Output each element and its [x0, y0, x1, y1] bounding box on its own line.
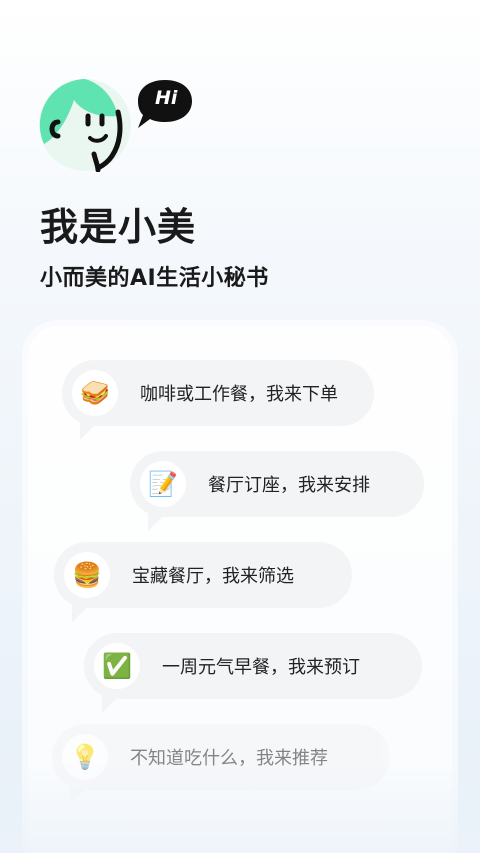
page-title: 我是小美 — [40, 205, 197, 249]
burger-icon: 🍔 — [64, 552, 110, 598]
memo-icon: 📝 — [140, 461, 186, 507]
light-bulb-icon: 💡 — [62, 734, 108, 780]
greeting-text: Hi — [155, 87, 178, 109]
feature-item-text: 餐厅订座，我来安排 — [208, 475, 370, 496]
feature-item-text: 一周元气早餐，我来预订 — [162, 657, 360, 678]
mascot-face-icon — [39, 79, 131, 172]
feature-item-restaurant-booking: 📝 餐厅订座，我来安排 — [130, 451, 424, 531]
feature-item-text: 咖啡或工作餐，我来下单 — [140, 384, 338, 405]
feature-item-restaurant-filter: 🍔 宝藏餐厅，我来筛选 — [54, 542, 352, 622]
feature-item-recommend: 💡 不知道吃什么，我来推荐 — [52, 724, 390, 804]
page-subtitle: 小而美的AI生活小秘书 — [40, 266, 269, 291]
feature-item-text: 不知道吃什么，我来推荐 — [130, 748, 328, 769]
feature-item-order-coffee: 🥪 咖啡或工作餐，我来下单 — [62, 360, 374, 440]
mascot-logo: Hi — [38, 76, 198, 176]
sandwich-icon: 🥪 — [72, 370, 118, 416]
feature-item-text: 宝藏餐厅，我来筛选 — [132, 566, 294, 587]
check-mark-icon: ✅ — [94, 643, 140, 689]
feature-item-breakfast-booking: ✅ 一周元气早餐，我来预订 — [84, 633, 422, 713]
